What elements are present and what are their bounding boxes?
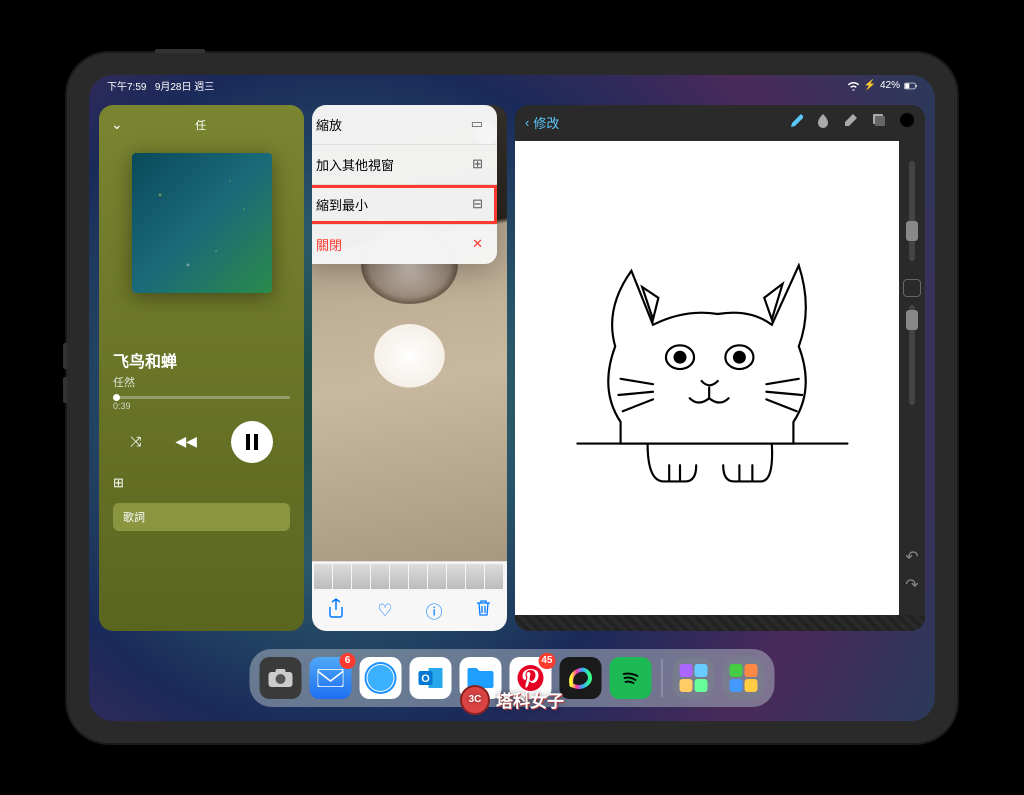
minimize-icon: ⊟ [472,196,483,212]
watermark-text: 塔科女子 [496,687,564,712]
opacity-slider[interactable] [909,305,915,405]
procreate-canvas-edge [515,615,925,631]
battery-percentage: 42% [880,80,900,91]
thumbnail[interactable] [466,564,484,589]
thumbnail[interactable] [428,564,446,589]
status-right: ⚡ 42% [847,80,917,91]
info-button[interactable]: ⓘ [426,598,443,623]
dock-procreate-app[interactable] [560,657,602,699]
menu-close-label: 關閉 [316,235,342,254]
power-button [155,49,205,53]
chevron-down-icon[interactable]: ⌄ [111,116,123,133]
thumbnail[interactable] [390,564,408,589]
previous-track-button[interactable]: ◀◀ [175,433,197,450]
favorite-button[interactable]: ♡ [377,601,392,621]
layers-icon[interactable] [871,112,887,133]
procreate-body: ↶ ↷ [515,141,925,615]
song-title: 飞鸟和蝉 [113,348,290,372]
dock-separator [662,659,663,697]
battery-charging-icon: ⚡ [864,80,876,91]
thumbnail[interactable] [409,564,427,589]
artist-name: 任然 [113,374,290,390]
volume-buttons [63,343,67,369]
eraser-tool-icon[interactable] [843,112,859,133]
spotify-song-info: 飞鸟和蝉 任然 [99,293,304,390]
battery-icon [904,81,917,91]
photo-thumbnail-strip[interactable] [312,561,507,591]
dock-recent-folder-2[interactable] [723,657,765,699]
delete-button[interactable] [476,599,491,622]
procreate-back-button[interactable]: ‹ 修改 [525,113,559,132]
spotify-device-row: ⊞ [99,471,304,499]
thumbnail[interactable] [447,564,465,589]
close-icon: ✕ [472,236,483,252]
watermark: 3C 塔科女子 [460,685,564,715]
thumbnail[interactable] [485,564,503,589]
brush-tool-icon[interactable] [787,112,803,133]
brush-size-slider[interactable] [909,161,915,261]
watermark-avatar-icon: 3C [460,685,490,715]
mail-badge: 6 [340,653,356,669]
status-bar: 下午7:59 9月28日 週三 ⚡ 42% [89,75,935,97]
wifi-icon [847,81,860,91]
playback-controls: ⤨ ◀◀ [99,413,304,471]
color-picker-icon[interactable] [899,112,915,133]
procreate-toolbar: ‹ 修改 [515,105,925,141]
shuffle-button[interactable]: ⤨ [130,433,141,450]
chevron-left-icon: ‹ [525,115,529,130]
screen: 下午7:59 9月28日 週三 ⚡ 42% ⌄ 任 ⌄ [89,75,935,721]
menu-add-window[interactable]: 加入其他視窗 ⊞ [312,145,497,185]
status-left: 下午7:59 9月28日 週三 [107,78,214,93]
undo-button[interactable]: ↶ [905,547,918,567]
current-time: 0:39 [113,401,131,411]
devices-icon[interactable]: ⊞ [113,475,124,491]
spotify-header: ⌄ 任 ⌄ [99,105,304,145]
playback-times: 0:39 [99,399,304,413]
procreate-side-panel: ↶ ↷ [899,141,925,615]
menu-minimize[interactable]: 縮到最小 ⊟ [312,185,497,225]
status-date: 9月28日 週三 [155,82,214,93]
thumbnail[interactable] [333,564,351,589]
ipad-device-frame: 下午7:59 9月28日 週三 ⚡ 42% ⌄ 任 ⌄ [67,53,957,743]
menu-minimize-label: 縮到最小 [316,195,368,214]
dock-spotify-app[interactable] [610,657,652,699]
pinterest-badge: 45 [538,653,555,669]
dock-camera-app[interactable] [260,657,302,699]
fullscreen-icon: ▭ [471,116,483,132]
photos-toolbar: ♡ ⓘ [312,591,507,631]
dock-outlook-app[interactable]: O [410,657,452,699]
status-time: 下午7:59 [107,82,146,93]
procreate-app-card[interactable]: ‹ 修改 [515,105,925,631]
menu-close[interactable]: 關閉 ✕ [312,225,497,264]
multitask-context-menu: 縮放 ▭ 加入其他視窗 ⊞ 縮到最小 ⊟ 關閉 ✕ [312,105,497,264]
menu-zoom[interactable]: 縮放 ▭ [312,105,497,145]
thumbnail[interactable] [314,564,332,589]
share-button[interactable] [328,598,344,623]
spotify-app-card[interactable]: ⌄ 任 ⌄ 飞鸟和蝉 任然 0:39 ⤨ ◀◀ [99,105,304,631]
cat-line-drawing [545,161,869,575]
dock-recent-folder-1[interactable] [673,657,715,699]
playback-progress-slider[interactable] [113,396,290,399]
smudge-tool-icon[interactable] [815,112,831,133]
dock-safari-app[interactable] [360,657,402,699]
lyrics-label: 歌詞 [123,512,145,524]
album-art[interactable] [132,153,272,293]
procreate-tool-row [787,112,915,133]
spotify-playlist-name: 任 [195,117,206,133]
add-window-icon: ⊞ [472,156,483,172]
pause-button[interactable] [231,421,273,463]
redo-button[interactable]: ↷ [905,575,918,595]
spotify-lyrics-panel[interactable]: 歌詞 [113,503,290,531]
thumbnail[interactable] [352,564,370,589]
photos-slideover-card[interactable]: ⋯ 縮放 ▭ 加入其他視窗 ⊞ 縮到最小 ⊟ 關閉 [312,105,507,631]
thumbnail[interactable] [371,564,389,589]
modify-button[interactable] [903,279,921,297]
multitask-stage-manager: ⌄ 任 ⌄ 飞鸟和蝉 任然 0:39 ⤨ ◀◀ [89,105,935,631]
svg-text:O: O [421,673,430,685]
menu-add-window-label: 加入其他視窗 [316,155,394,174]
drawing-canvas[interactable] [515,141,899,615]
dock-mail-app[interactable]: 6 [310,657,352,699]
procreate-back-label: 修改 [533,113,559,132]
menu-zoom-label: 縮放 [316,115,342,134]
